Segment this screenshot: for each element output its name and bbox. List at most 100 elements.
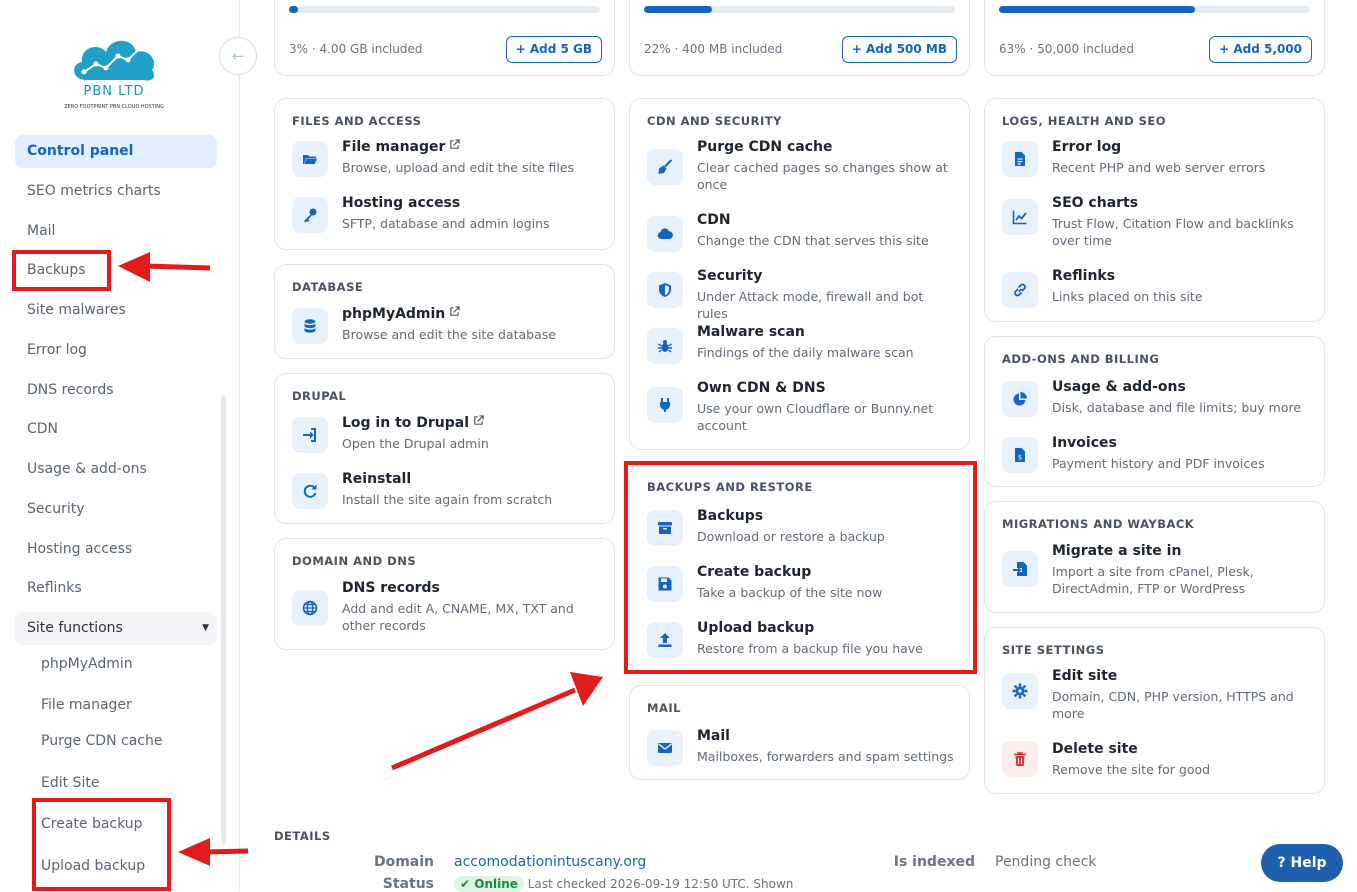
trash-icon [1002,741,1038,777]
action-file-manager[interactable]: File manager Browse, upload and edit the… [292,139,606,181]
action-dns-records[interactable]: DNS records Add and edit A, CNAME, MX, T… [292,580,606,633]
section-title: DRUPAL [292,389,347,403]
gear-icon [1002,673,1038,709]
annotation-arrow-section [391,687,576,771]
action-cdn[interactable]: CDN Change the CDN that serves this site [647,212,961,254]
pie-chart-icon [1002,381,1038,417]
action-seo-charts[interactable]: SEO charts Trust Flow, Citation Flow and… [1002,195,1316,248]
arrow-left-icon: ← [231,47,245,65]
domain-link[interactable]: accomodationintuscany.org [454,854,646,870]
sidebar-item-hosting-access[interactable]: Hosting access [15,533,217,566]
action-login-drupal[interactable]: Log in to Drupal Open the Drupal admin [292,415,606,457]
sidebar-item-dns-records[interactable]: DNS records [15,374,217,407]
last-checked-text: Last checked 2026-09-19 12:50 UTC. Shown [527,877,794,891]
cloud-icon [647,216,683,252]
action-own-cdn-dns[interactable]: Own CDN & DNS Use your own Cloudflare or… [647,380,961,433]
action-title: Malware scan [697,324,805,340]
action-security[interactable]: Security Under Attack mode, firewall and… [647,268,961,321]
action-title: Edit site [1052,668,1118,684]
action-edit-site[interactable]: Edit site Domain, CDN, PHP version, HTTP… [1002,668,1316,721]
section-title: FILES AND ACCESS [292,114,422,128]
action-error-log[interactable]: Error log Recent PHP and web server erro… [1002,139,1316,181]
help-button[interactable]: ? Help [1261,844,1343,882]
section-site-settings: SITE SETTINGS Edit site Domain, CDN, PHP… [984,627,1325,794]
section-title: DATABASE [292,280,364,294]
action-title: Reinstall [342,471,412,487]
action-title: Mail [697,728,730,744]
sidebar-item-security[interactable]: Security [15,493,217,526]
sidebar-item-control-panel[interactable]: Control panel [15,135,217,168]
action-description: Links placed on this site [1052,289,1203,304]
action-title: DNS records [342,580,440,596]
shield-icon [647,272,683,308]
cloud-chart-logo-icon [74,40,155,81]
action-invoices[interactable]: $ Invoices Payment history and PDF invoi… [1002,435,1316,477]
sidebar-item-site-malwares[interactable]: Site malwares [15,294,217,327]
sidebar-item-seo-metrics[interactable]: SEO metrics charts [15,175,217,208]
sidebar-item-cdn[interactable]: CDN [15,413,217,446]
action-description: Under Attack mode, firewall and bot rule… [697,289,924,321]
section-domain-and-dns: DOMAIN AND DNS DNS records Add and edit … [274,538,615,650]
action-description: Add and edit A, CNAME, MX, TXT and other… [342,601,574,633]
action-title: Reflinks [1052,268,1116,284]
usage-text: 22% · 400 MB included [644,42,783,56]
action-description: Remove the site for good [1052,762,1211,777]
sidebar: PBN LTD ZERO FOOTPRINT PBN CLOUD HOSTING… [0,0,257,891]
sidebar-sub-file-manager[interactable]: File manager [41,697,132,713]
annotation-arrowhead-section [570,672,603,706]
action-description: Payment history and PDF invoices [1052,456,1265,471]
external-link-icon [450,306,460,316]
action-malware-scan[interactable]: Malware scan Findings of the daily malwa… [647,324,961,366]
section-title: DOMAIN AND DNS [292,554,417,568]
site-functions-label: Site functions [27,620,123,636]
add-files-button[interactable]: + Add 5,000 [1209,36,1312,63]
action-phpmyadmin[interactable]: phpMyAdmin Browse and edit the site data… [292,306,606,348]
annotation-box-sub-backups [32,798,171,891]
action-title: CDN [697,212,731,228]
add-database-button[interactable]: + Add 500 MB [841,36,957,63]
sidebar-item-reflinks[interactable]: Reflinks [15,572,217,605]
action-delete-site[interactable]: Delete site Remove the site for good [1002,741,1316,783]
action-title: Security [697,268,763,284]
brand-name: PBN LTD [83,84,145,99]
section-mail: MAIL Mail Mailboxes, forwarders and spam… [629,685,970,780]
action-description: Disk, database and file limits; buy more [1052,400,1302,415]
action-title: Migrate a site in [1052,543,1182,559]
sidebar-item-error-log[interactable]: Error log [15,334,217,367]
usage-text: 3% · 4.00 GB included [289,42,423,56]
svg-text:$: $ [1018,454,1022,462]
sidebar-scrollbar[interactable] [221,395,226,845]
caret-down-icon: ▼ [202,623,209,633]
sidebar-sub-phpmyadmin[interactable]: phpMyAdmin [41,656,133,672]
section-files-and-access: FILES AND ACCESS File manager Browse, up… [274,98,615,250]
external-link-icon [474,415,484,425]
sidebar-sub-purge-cdn[interactable]: Purge CDN cache [41,733,162,749]
usage-progress-fill [644,6,713,13]
brand-logo[interactable]: PBN LTD ZERO FOOTPRINT PBN CLOUD HOSTING [64,30,164,116]
action-migrate-site[interactable]: Migrate a site in Import a site from cPa… [1002,543,1316,596]
external-link-icon [450,139,461,149]
action-description: Trust Flow, Citation Flow and backlinks … [1052,216,1294,248]
collapse-sidebar-button[interactable]: ← [219,37,257,75]
sidebar-item-usage[interactable]: Usage & add-ons [15,453,217,486]
action-description: Browse and edit the site database [342,327,556,342]
sidebar-sub-edit-site[interactable]: Edit Site [41,775,99,791]
action-title: File manager [342,139,446,155]
action-reinstall[interactable]: Reinstall Install the site again from sc… [292,471,606,513]
sidebar-item-mail[interactable]: Mail [15,215,217,248]
sidebar-site-functions-toggle[interactable]: Site functions ▼ [15,612,217,645]
section-add-ons-billing: ADD-ONS AND BILLING Usage & add-ons Disk… [984,336,1325,487]
action-reflinks[interactable]: Reflinks Links placed on this site [1002,268,1316,310]
action-usage-add-ons[interactable]: Usage & add-ons Disk, database and file … [1002,379,1316,421]
action-purge-cdn-cache[interactable]: Purge CDN cache Clear cached pages so ch… [647,139,961,192]
file-import-icon [1002,551,1038,587]
action-hosting-access[interactable]: Hosting access SFTP, database and admin … [292,195,606,237]
section-cdn-and-security: CDN AND SECURITY Purge CDN cache Clear c… [629,98,970,450]
annotation-box-backups [12,250,111,291]
action-mail[interactable]: Mail Mailboxes, forwarders and spam sett… [647,728,961,770]
broom-icon [647,149,683,185]
add-disk-button[interactable]: + Add 5 GB [505,36,602,63]
annotation-box-backups-section [624,461,977,674]
chart-line-icon [1002,199,1038,235]
action-description: Open the Drupal admin [342,436,489,451]
